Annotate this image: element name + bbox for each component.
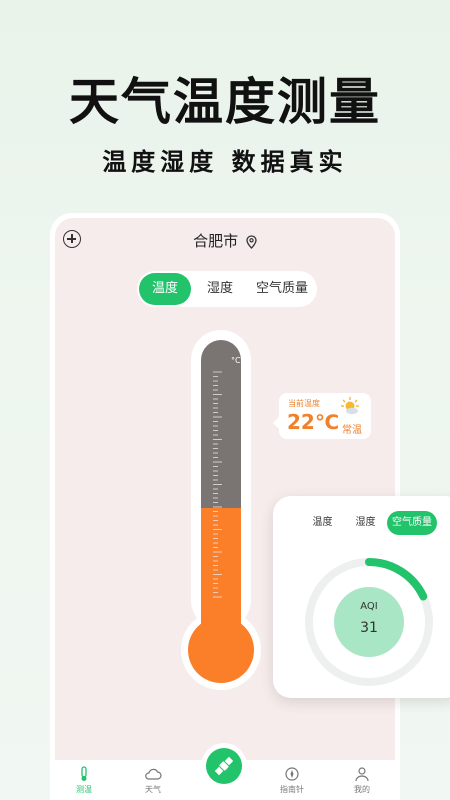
tab-air-quality[interactable]: 空气质量 <box>249 273 315 305</box>
tabbar-item-measure[interactable]: 测温 <box>64 766 104 795</box>
hero-title: 天气温度测量 <box>69 73 381 131</box>
center-tool-button[interactable] <box>201 743 247 789</box>
air-quality-card: 温度 湿度 空气质量 AQI 31 <box>273 496 450 698</box>
hero-subtitle: 温度湿度 数据真实 <box>102 148 348 176</box>
thermometer-neck <box>201 600 241 630</box>
current-reading-bubble: 当前温度 22℃ 常温 <box>273 393 371 439</box>
card-tab-air-quality[interactable]: 空气质量 <box>387 511 437 535</box>
location-pin-icon <box>246 234 257 249</box>
cloud-icon <box>145 768 162 780</box>
tabbar-label: 指南针 <box>280 785 304 794</box>
satellite-icon <box>214 756 234 776</box>
user-icon <box>355 767 369 782</box>
thermometer-scale <box>213 371 222 611</box>
tabbar-item-weather[interactable]: 天气 <box>133 766 173 795</box>
tabbar-label: 测温 <box>76 785 92 794</box>
aqi-label: AQI <box>360 601 378 612</box>
reading-status: 常温 <box>342 425 362 436</box>
aqi-value: 31 <box>360 620 378 636</box>
tabbar-item-compass[interactable]: 指南针 <box>272 766 312 795</box>
card-tab-humidity[interactable]: 湿度 <box>344 511 387 535</box>
tabbar-item-profile[interactable]: 我的 <box>342 766 382 795</box>
card-tabs: 温度 湿度 空气质量 <box>301 509 437 537</box>
unit-label: °C <box>231 356 241 365</box>
reading-value: 22℃ <box>287 410 340 434</box>
thermometer-tube-frame: °C <box>191 330 251 630</box>
card-tab-temperature[interactable]: 温度 <box>301 511 344 535</box>
thermometer: °C <box>181 330 261 690</box>
measure-tabs: 温度 湿度 空气质量 <box>137 271 317 307</box>
tabbar-label: 天气 <box>145 785 161 794</box>
thermometer-tube: °C <box>201 340 241 630</box>
tab-temperature[interactable]: 温度 <box>139 273 191 305</box>
reading-caption: 当前温度 <box>288 399 320 408</box>
city-selector[interactable]: 合肥市 <box>55 230 395 251</box>
city-name: 合肥市 <box>193 232 239 250</box>
tabbar-label: 我的 <box>354 785 370 794</box>
thermometer-icon <box>81 766 87 781</box>
center-tool-fill <box>206 748 242 784</box>
compass-icon <box>285 767 299 781</box>
sun-cloud-icon <box>341 397 359 415</box>
tab-humidity[interactable]: 湿度 <box>191 273 249 305</box>
